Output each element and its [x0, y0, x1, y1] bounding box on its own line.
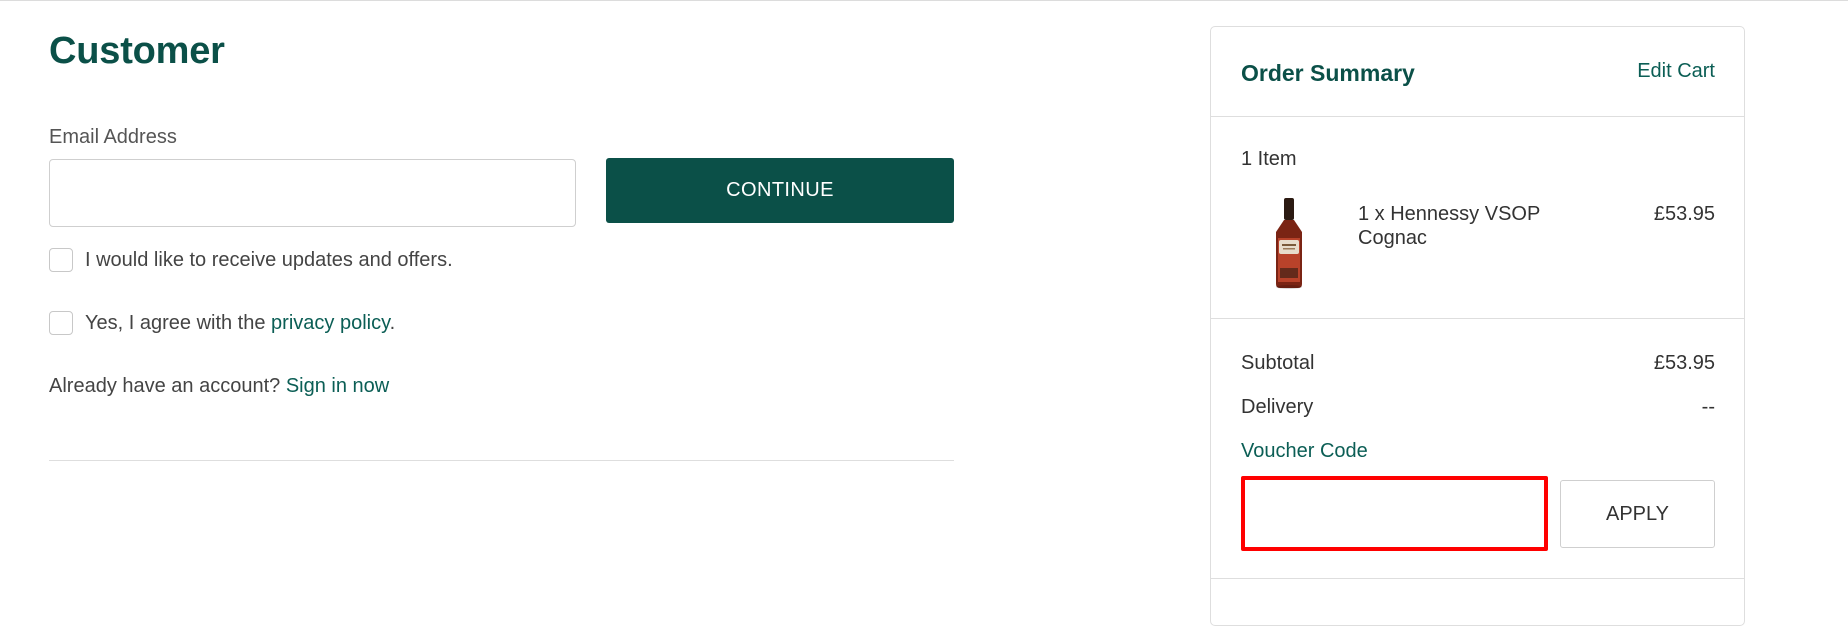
- sign-in-prompt: Already have an account? Sign in now: [49, 375, 389, 398]
- privacy-option: Yes, I agree with the privacy policy.: [49, 311, 395, 335]
- order-summary-title: Order Summary: [1241, 60, 1415, 86]
- page-title: Customer: [49, 30, 225, 72]
- email-field[interactable]: [49, 159, 576, 227]
- item-price: £53.95: [1653, 203, 1715, 225]
- subtotal-label: Subtotal: [1241, 352, 1315, 374]
- privacy-policy-link[interactable]: privacy policy: [271, 312, 390, 334]
- delivery-row: Delivery --: [1241, 396, 1715, 419]
- updates-label: I would like to receive updates and offe…: [85, 248, 453, 271]
- summary-divider: [1211, 318, 1744, 319]
- cognac-bottle-image: [1276, 198, 1302, 289]
- account-prompt-text: Already have an account?: [49, 375, 286, 397]
- item-name: 1 x Hennessy VSOP Cognac: [1358, 203, 1540, 249]
- edit-cart-link[interactable]: Edit Cart: [1637, 60, 1715, 83]
- top-divider: [0, 0, 1848, 1]
- item-count: 1 Item: [1241, 148, 1297, 170]
- subtotal-value: £53.95: [1653, 352, 1715, 374]
- voucher-code-link[interactable]: Voucher Code: [1241, 440, 1368, 463]
- order-summary-header: Order Summary Edit Cart: [1211, 27, 1744, 117]
- privacy-label: Yes, I agree with the privacy policy.: [85, 312, 395, 335]
- email-label: Email Address: [49, 126, 177, 148]
- voucher-code-input[interactable]: [1241, 476, 1548, 551]
- privacy-checkbox[interactable]: [49, 311, 73, 335]
- privacy-suffix: .: [389, 311, 396, 334]
- summary-divider-bottom: [1211, 578, 1744, 579]
- delivery-value: --: [1701, 396, 1715, 418]
- continue-button[interactable]: CONTINUE: [606, 158, 954, 223]
- sign-in-link[interactable]: Sign in now: [286, 375, 389, 397]
- updates-checkbox[interactable]: [49, 248, 73, 272]
- privacy-prefix: Yes, I agree with the: [85, 311, 272, 334]
- apply-button[interactable]: APPLY: [1560, 480, 1715, 548]
- order-summary-panel: Order Summary Edit Cart 1 Item 1 x Henne…: [1210, 26, 1745, 626]
- section-divider: [49, 460, 954, 461]
- delivery-label: Delivery: [1241, 396, 1314, 418]
- updates-option: I would like to receive updates and offe…: [49, 248, 453, 272]
- subtotal-row: Subtotal £53.95: [1241, 352, 1715, 375]
